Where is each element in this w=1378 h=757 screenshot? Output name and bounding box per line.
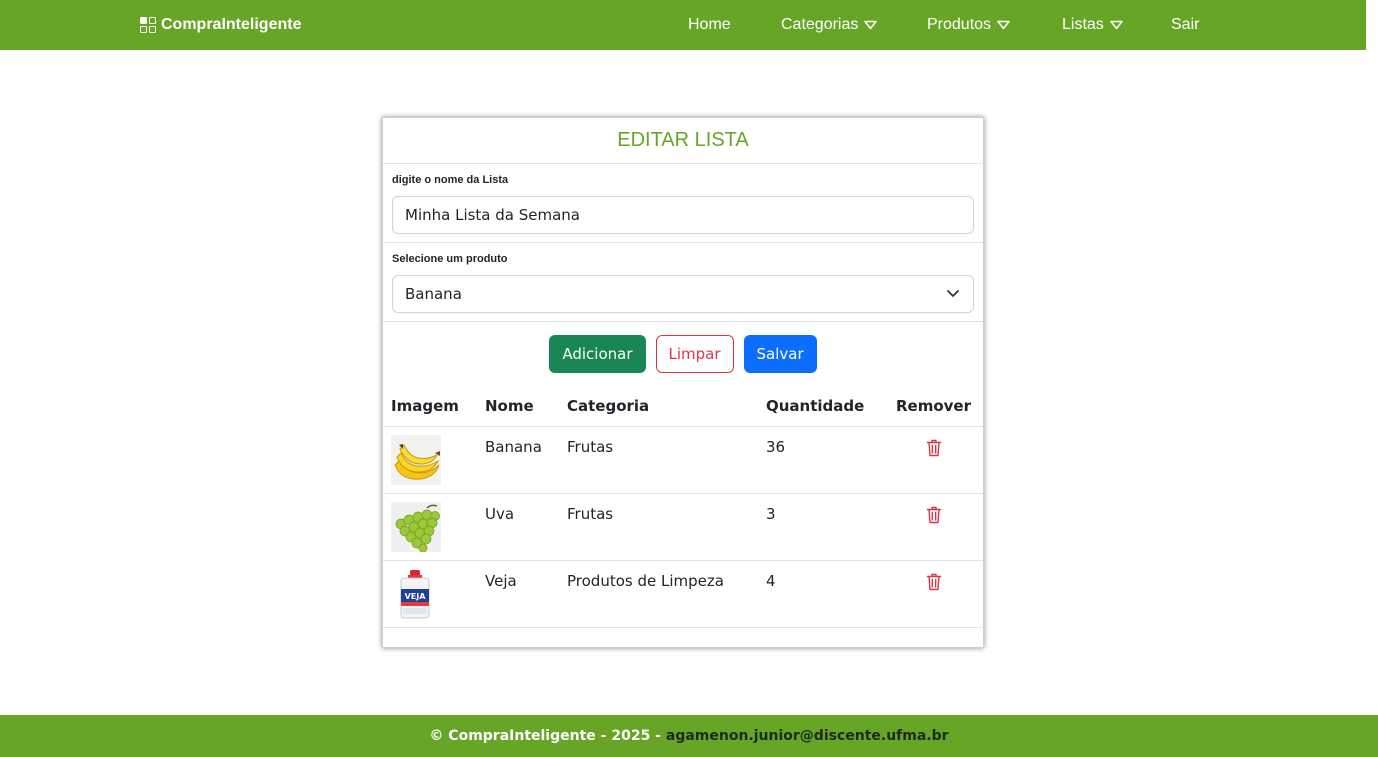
grapes-image <box>391 501 441 552</box>
list-name-field: digite o nome da Lista <box>383 164 983 243</box>
grid-icon <box>140 16 157 34</box>
col-header-name: Nome <box>477 386 559 427</box>
table-row: VEJA Veja Produtos de Limpeza 4 <box>383 560 983 628</box>
trash-icon[interactable] <box>926 573 942 591</box>
trash-icon[interactable] <box>926 506 942 524</box>
banana-image <box>391 434 441 485</box>
nav-home[interactable]: Home <box>688 16 731 34</box>
cell-category: Produtos de Limpeza <box>559 560 758 628</box>
top-navbar: CompraInteligente Home Categorias Produt… <box>0 0 1366 50</box>
col-header-image: Imagem <box>383 386 477 427</box>
product-select-field: Selecione um produto Banana <box>383 243 983 322</box>
card-title: EDITAR LISTA <box>383 118 983 164</box>
caret-down-icon <box>864 20 878 30</box>
nav-categorias-dropdown[interactable]: Categorias <box>781 16 878 34</box>
table-row: Banana Frutas 36 <box>383 426 983 494</box>
add-button[interactable]: Adicionar <box>549 335 646 373</box>
cell-category: Frutas <box>559 493 758 561</box>
col-header-remove: Remover <box>884 386 983 427</box>
col-header-category: Categoria <box>559 386 758 427</box>
cell-name: Uva <box>477 493 559 561</box>
cell-quantity: 3 <box>758 493 884 561</box>
brand-link[interactable]: CompraInteligente <box>140 16 301 34</box>
brand-name: CompraInteligente <box>161 16 302 33</box>
cell-quantity: 36 <box>758 426 884 494</box>
cell-name: Veja <box>477 560 559 628</box>
veja-cleaner-image: VEJA <box>391 568 441 619</box>
save-button[interactable]: Salvar <box>743 335 817 373</box>
cell-name: Banana <box>477 426 559 494</box>
caret-down-icon <box>997 20 1010 30</box>
footer-email: agamenon.junior@discente.ufma.br <box>665 728 949 744</box>
footer-copyright: © CompraInteligente - 2025 - <box>429 728 666 744</box>
svg-text:VEJA: VEJA <box>405 592 427 601</box>
nav-sair[interactable]: Sair <box>1171 16 1199 34</box>
clear-button[interactable]: Limpar <box>655 335 734 373</box>
product-select-label: Selecione um produto <box>392 253 508 265</box>
cell-quantity: 4 <box>758 560 884 628</box>
product-select[interactable]: Banana <box>392 275 974 313</box>
page-footer: © CompraInteligente - 2025 - agamenon.ju… <box>0 715 1378 757</box>
edit-list-card: EDITAR LISTA digite o nome da Lista Sele… <box>382 117 984 648</box>
action-buttons: Adicionar Limpar Salvar <box>383 322 983 386</box>
table-row: Uva Frutas 3 <box>383 493 983 561</box>
col-header-quantity: Quantidade <box>758 386 884 427</box>
trash-icon[interactable] <box>926 439 942 457</box>
caret-down-icon <box>1110 20 1123 30</box>
nav-produtos-dropdown[interactable]: Produtos <box>927 16 1010 34</box>
products-table: Imagem Nome Categoria Quantidade Remover <box>383 386 983 628</box>
product-select-value: Banana <box>405 285 462 303</box>
list-name-input[interactable] <box>392 196 974 234</box>
chevron-down-icon <box>947 290 959 297</box>
cell-category: Frutas <box>559 426 758 494</box>
list-name-label: digite o nome da Lista <box>392 174 509 186</box>
nav-listas-dropdown[interactable]: Listas <box>1062 16 1123 34</box>
table-header-row: Imagem Nome Categoria Quantidade Remover <box>383 386 983 427</box>
